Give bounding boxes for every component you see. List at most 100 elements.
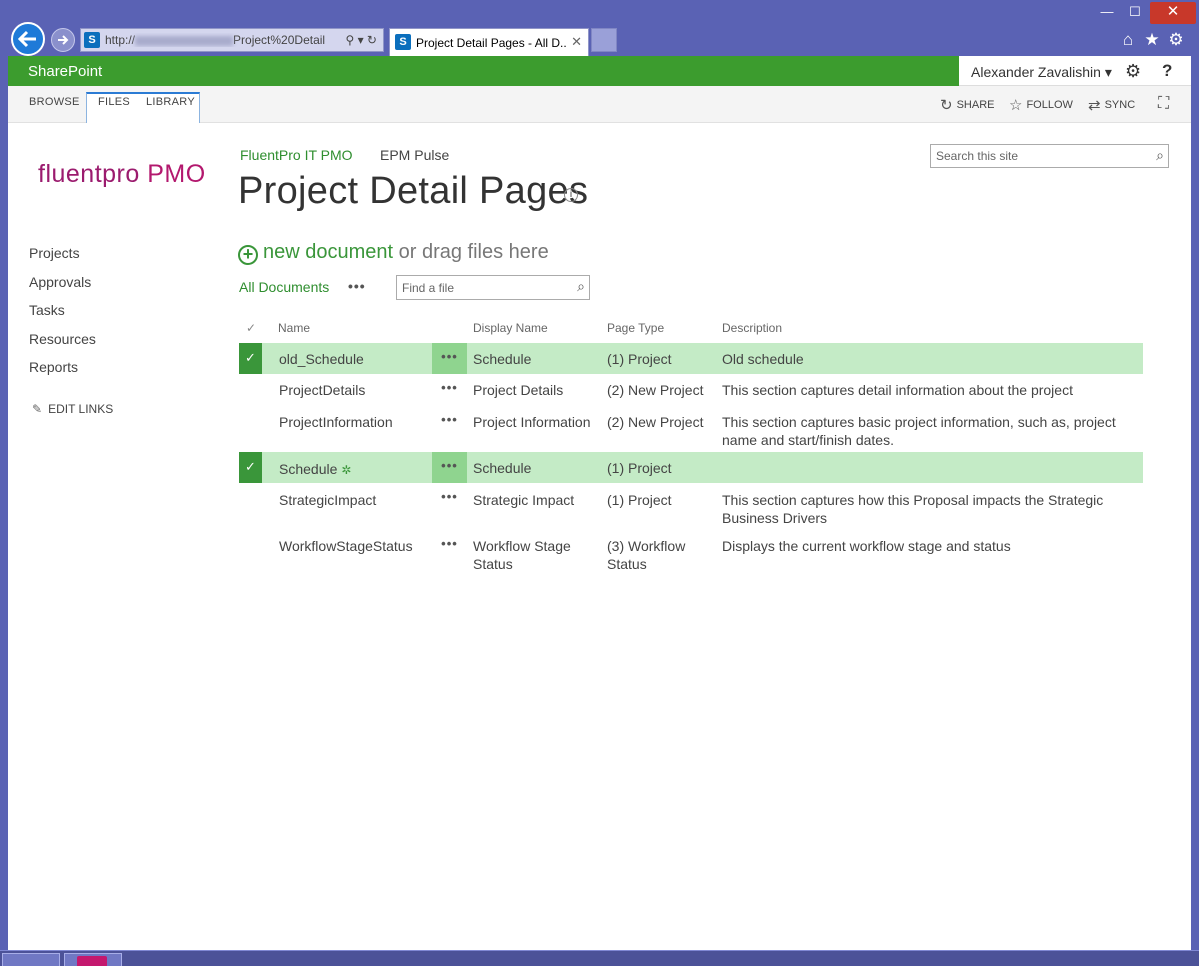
site-search-input[interactable]: Search this site ⌕ (930, 144, 1169, 168)
add-icon[interactable]: + (238, 245, 258, 265)
document-list: ✓ Name Display Name Page Type Descriptio… (239, 313, 1143, 578)
table-row[interactable]: StrategicImpact ••• Strategic Impact (1)… (239, 483, 1143, 530)
row-checkbox[interactable]: ✓ (239, 452, 262, 483)
pencil-icon: ✎ (32, 402, 43, 416)
new-item-badge-icon: ✲ (341, 463, 352, 477)
row-description: This section captures basic project info… (722, 414, 1116, 448)
table-row[interactable]: ✓ Schedule ✲ ••• Schedule (1) Project (239, 452, 1143, 483)
row-display-name: Strategic Impact (473, 492, 575, 508)
breadcrumb-site[interactable]: FluentPro IT PMO (240, 147, 353, 163)
row-description: This section captures detail information… (722, 382, 1073, 398)
sharepoint-favicon-icon: S (84, 32, 100, 48)
sync-label: SYNC (1104, 99, 1136, 111)
taskbar-explorer-button[interactable] (2, 953, 60, 966)
view-all-documents[interactable]: All Documents (239, 279, 329, 295)
row-ellipsis-menu[interactable]: ••• (432, 483, 467, 514)
edit-links-label: EDIT LINKS (48, 402, 114, 416)
address-bar[interactable]: S http://Project%20Detail ⚲ ▾ ↻ (80, 28, 384, 52)
table-header: ✓ Name Display Name Page Type Descriptio… (239, 313, 1143, 343)
maximize-button[interactable]: ☐ (1122, 2, 1148, 24)
back-button[interactable] (11, 22, 45, 56)
sync-button[interactable]: ⇄ SYNC (1088, 96, 1135, 114)
help-icon[interactable]: ? (1162, 61, 1172, 81)
row-name[interactable]: Schedule (279, 461, 337, 477)
fluentpro-app-icon (77, 956, 107, 966)
find-file-placeholder: Find a file (402, 281, 455, 295)
minimize-button[interactable]: — (1094, 2, 1120, 24)
address-search-refresh-icons[interactable]: ⚲ ▾ ↻ (345, 33, 377, 47)
new-tab-button[interactable] (591, 28, 617, 52)
column-display-name[interactable]: Display Name (473, 321, 548, 335)
row-name[interactable]: StrategicImpact (279, 491, 376, 509)
taskbar-app-button[interactable] (64, 953, 122, 966)
focus-content-icon[interactable]: ⛶ (1158, 95, 1169, 113)
search-icon[interactable]: ⌕ (1156, 147, 1164, 164)
sharepoint-favicon-icon: S (395, 34, 411, 50)
table-row[interactable]: ✓ old_Schedule ••• Schedule (1) Project … (239, 343, 1143, 374)
nav-approvals[interactable]: Approvals (29, 274, 96, 303)
tab-library[interactable]: LIBRARY (146, 96, 195, 108)
row-ellipsis-menu[interactable]: ••• (432, 374, 467, 405)
row-ellipsis-menu[interactable]: ••• (432, 530, 467, 561)
tab-files[interactable]: FILES (98, 96, 130, 108)
nav-tasks[interactable]: Tasks (29, 302, 96, 331)
settings-gear-icon[interactable]: ⚙ (1125, 61, 1141, 82)
tab-browse[interactable]: BROWSE (29, 96, 80, 108)
quick-launch: Projects Approvals Tasks Resources Repor… (29, 245, 96, 388)
column-page-type[interactable]: Page Type (607, 321, 664, 335)
drag-files-hint: or drag files here (393, 241, 549, 263)
close-window-button[interactable]: ✕ (1150, 2, 1196, 24)
table-row[interactable]: ProjectDetails ••• Project Details (2) N… (239, 374, 1143, 406)
row-checkbox[interactable]: ✓ (239, 343, 262, 374)
row-display-name: Project Information (473, 414, 591, 430)
row-ellipsis-menu[interactable]: ••• (432, 406, 467, 437)
tab-close-icon[interactable]: ✕ (571, 34, 582, 50)
windows-taskbar (0, 950, 1199, 966)
follow-label: FOLLOW (1026, 99, 1073, 111)
user-menu[interactable]: Alexander Zavalishin ▾ (971, 64, 1112, 81)
edit-links-button[interactable]: ✎ EDIT LINKS (32, 402, 113, 416)
row-name-cell[interactable]: Schedule ✲ (279, 460, 351, 479)
new-document-bar: + new document or drag files here (238, 241, 549, 265)
table-row[interactable]: WorkflowStageStatus ••• Workflow Stage S… (239, 530, 1143, 578)
row-ellipsis-menu[interactable]: ••• (432, 452, 467, 483)
row-display-name: Schedule (473, 460, 532, 476)
row-name[interactable]: old_Schedule (279, 350, 364, 368)
row-name[interactable]: ProjectInformation (279, 413, 393, 431)
search-icon[interactable]: ⌕ (577, 278, 585, 295)
site-logo[interactable]: fluentpro PMO (38, 160, 206, 189)
home-icon[interactable]: ⌂ (1116, 30, 1140, 50)
forward-button[interactable] (51, 28, 75, 52)
ribbon: BROWSE FILES LIBRARY ↻ SHARE ☆ FOLLOW ⇄ SYN… (8, 86, 1191, 123)
tools-gear-icon[interactable]: ⚙ (1164, 30, 1188, 50)
search-placeholder: Search this site (936, 149, 1019, 163)
browser-chrome: — ☐ ✕ S http://Project%20Detail ⚲ ▾ ↻ S … (0, 0, 1199, 56)
nav-reports[interactable]: Reports (29, 359, 96, 388)
row-name[interactable]: ProjectDetails (279, 381, 365, 399)
nav-projects[interactable]: Projects (29, 245, 96, 274)
row-page-type: (3) Workflow Status (607, 538, 686, 572)
row-ellipsis-menu[interactable]: ••• (432, 343, 467, 374)
logo-suffix: PMO (139, 160, 206, 188)
view-options-ellipsis[interactable]: ••• (348, 278, 366, 294)
favorites-star-icon[interactable]: ★ (1140, 30, 1164, 50)
nav-resources[interactable]: Resources (29, 331, 96, 360)
sharepoint-brand[interactable]: SharePoint (28, 63, 102, 80)
info-icon[interactable]: i (564, 188, 578, 202)
row-display-name: Workflow Stage Status (473, 538, 571, 572)
find-file-input[interactable]: Find a file ⌕ (396, 275, 590, 300)
forward-arrow-icon (58, 35, 69, 45)
share-button[interactable]: ↻ SHARE (940, 96, 994, 114)
new-document-link[interactable]: new document (263, 241, 393, 263)
follow-button[interactable]: ☆ FOLLOW (1009, 96, 1073, 114)
row-name[interactable]: WorkflowStageStatus (279, 537, 413, 555)
column-description[interactable]: Description (722, 321, 782, 335)
browser-tab-active[interactable]: S Project Detail Pages - All D... ✕ (389, 28, 589, 56)
column-name[interactable]: Name (278, 321, 310, 335)
sharepoint-page: SharePoint Alexander Zavalishin ▾ ⚙ ? BR… (8, 56, 1191, 950)
breadcrumb-epm-pulse[interactable]: EPM Pulse (380, 147, 449, 163)
logo-text: fluentpro (38, 160, 140, 188)
tab-title: Project Detail Pages - All D... (416, 36, 566, 50)
table-row[interactable]: ProjectInformation ••• Project Informati… (239, 406, 1143, 452)
select-all-checkmark-icon[interactable]: ✓ (246, 321, 256, 335)
